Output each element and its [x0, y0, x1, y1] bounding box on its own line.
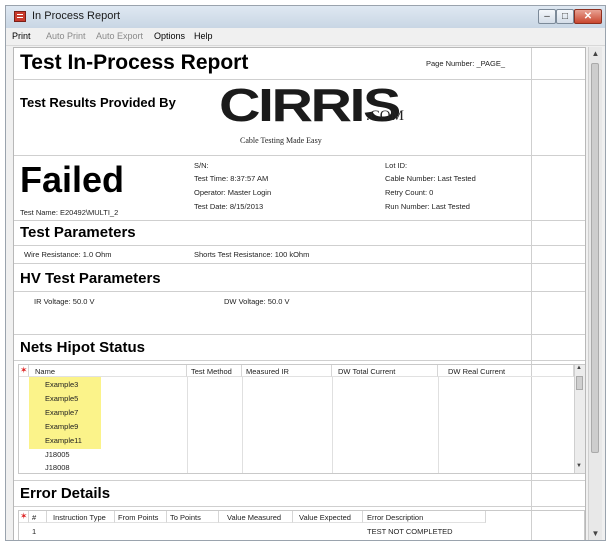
close-button[interactable]: ✕ — [574, 9, 602, 24]
menu-auto-export[interactable]: Auto Export — [96, 31, 143, 41]
title-bar[interactable]: In Process Report – □ ✕ — [6, 6, 605, 28]
test-parameters-heading: Test Parameters — [20, 224, 136, 241]
col-number[interactable]: # — [29, 511, 47, 523]
scroll-up-icon[interactable]: ▲ — [576, 365, 582, 371]
scroll-down-icon[interactable]: ▼ — [576, 463, 582, 469]
page-number: Page Number: _PAGE_ — [426, 59, 506, 68]
col-test-method[interactable]: Test Method — [187, 365, 242, 377]
dw-voltage: DW Voltage: 50.0 V — [224, 297, 290, 306]
menu-options[interactable]: Options — [154, 31, 185, 41]
test-date: Test Date: 8/15/2013 — [194, 202, 264, 211]
wire-resistance: Wire Resistance: 1.0 Ohm — [24, 250, 112, 259]
report-area: Test In-Process Report Page Number: _PAG… — [13, 47, 586, 540]
shorts-test-resistance: Shorts Test Resistance: 100 kOhm — [194, 250, 310, 259]
table-row[interactable]: Example7 — [45, 408, 78, 417]
operator: Operator: Master Login — [194, 188, 272, 197]
cirris-logo: CIRRIS — [219, 82, 401, 128]
error-details-grid[interactable]: ✶ # Instruction Type From Points To Poin… — [18, 510, 585, 540]
menu-auto-print[interactable]: Auto Print — [46, 31, 86, 41]
table-row[interactable]: Example3 — [45, 380, 78, 389]
logo-com: .COM — [366, 108, 404, 124]
lot-id: Lot ID: — [385, 161, 408, 170]
error-details-heading: Error Details — [20, 485, 111, 502]
report-scrollbar[interactable]: ▲ ▼ — [588, 47, 602, 540]
col-dw-total-current[interactable]: DW Total Current — [332, 365, 438, 377]
col-from-points[interactable]: From Points — [115, 511, 167, 523]
table-row[interactable]: Example9 — [45, 422, 78, 431]
table-row[interactable]: J18005 — [45, 450, 70, 459]
col-instruction-type[interactable]: Instruction Type — [47, 511, 115, 523]
run-number: Run Number: Last Tested — [385, 202, 470, 211]
hv-parameters-heading: HV Test Parameters — [20, 270, 161, 287]
test-name: Test Name: E20492\MULTI_2 — [20, 208, 119, 217]
col-value-expected[interactable]: Value Expected — [293, 511, 363, 523]
col-measured-ir[interactable]: Measured IR — [242, 365, 332, 377]
cable-number: Cable Number: Last Tested — [385, 174, 476, 183]
error-row-number[interactable]: 1 — [32, 527, 36, 536]
col-name[interactable]: Name — [29, 365, 187, 377]
table-row[interactable]: J18008 — [45, 463, 70, 472]
nets-hipot-grid[interactable]: ✶ Name Test Method Measured IR DW Total … — [18, 364, 585, 474]
test-status: Failed — [20, 159, 125, 200]
menu-bar: Print Auto Print Auto Export Options Hel… — [6, 28, 605, 46]
report-scroll-thumb[interactable] — [591, 63, 599, 453]
window-title: In Process Report — [32, 10, 121, 22]
grid-scroll-thumb[interactable] — [576, 376, 583, 390]
report-window: In Process Report – □ ✕ Print Auto Print… — [5, 5, 606, 541]
report-title: Test In-Process Report — [20, 51, 249, 74]
maximize-button[interactable]: □ — [556, 9, 574, 24]
error-row-description[interactable]: TEST NOT COMPLETED — [367, 527, 453, 536]
ir-voltage: IR Voltage: 50.0 V — [34, 297, 95, 306]
col-to-points[interactable]: To Points — [167, 511, 219, 523]
serial-number: S/N: — [194, 161, 209, 170]
required-star-icon: ✶ — [20, 365, 28, 375]
retry-count: Retry Count: 0 — [385, 188, 434, 197]
nets-hipot-heading: Nets Hipot Status — [20, 339, 146, 356]
test-time: Test Time: 8:37:57 AM — [194, 174, 269, 183]
scroll-down-icon[interactable]: ▼ — [589, 527, 602, 540]
report-app-icon — [14, 11, 26, 22]
table-row[interactable]: Example11 — [45, 436, 82, 445]
grid-scrollbar[interactable]: ▲ ▼ — [574, 365, 585, 473]
scroll-up-icon[interactable]: ▲ — [589, 47, 602, 61]
provided-by-label: Test Results Provided By — [20, 95, 176, 110]
menu-print[interactable]: Print — [12, 31, 31, 41]
required-star-icon: ✶ — [20, 511, 28, 521]
col-error-description[interactable]: Error Description — [363, 511, 486, 523]
minimize-button[interactable]: – — [538, 9, 556, 24]
table-row[interactable]: Example5 — [45, 394, 78, 403]
logo-tagline: Cable Testing Made Easy — [240, 136, 322, 145]
col-dw-real-current[interactable]: DW Real Current — [438, 365, 574, 377]
menu-help[interactable]: Help — [194, 31, 213, 41]
col-value-measured[interactable]: Value Measured — [219, 511, 293, 523]
